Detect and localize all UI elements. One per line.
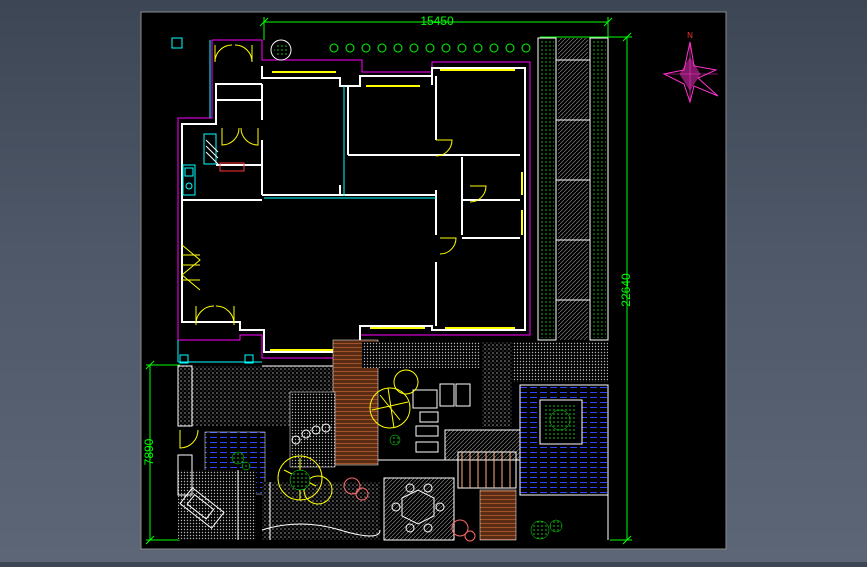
side-planting-right xyxy=(592,40,606,338)
garden-dimension-text: 7890 xyxy=(142,438,156,465)
width-dimension-text: 15450 xyxy=(420,14,454,28)
cad-viewport[interactable]: 15450 22640 7890 N xyxy=(0,0,867,562)
bridge xyxy=(479,489,517,541)
floor-plan-drawing: 15450 22640 7890 N xyxy=(140,11,727,550)
parking-area xyxy=(178,470,256,540)
terrace-paving xyxy=(362,342,480,368)
side-steps xyxy=(482,342,512,427)
front-tree xyxy=(270,39,292,61)
side-path xyxy=(558,38,588,340)
north-label: N xyxy=(687,31,693,40)
side-planting-left xyxy=(540,40,554,338)
lower-lawn xyxy=(262,482,380,540)
pergola-base xyxy=(444,429,521,461)
height-dimension-text: 22640 xyxy=(619,273,633,307)
rear-paving xyxy=(512,342,608,382)
